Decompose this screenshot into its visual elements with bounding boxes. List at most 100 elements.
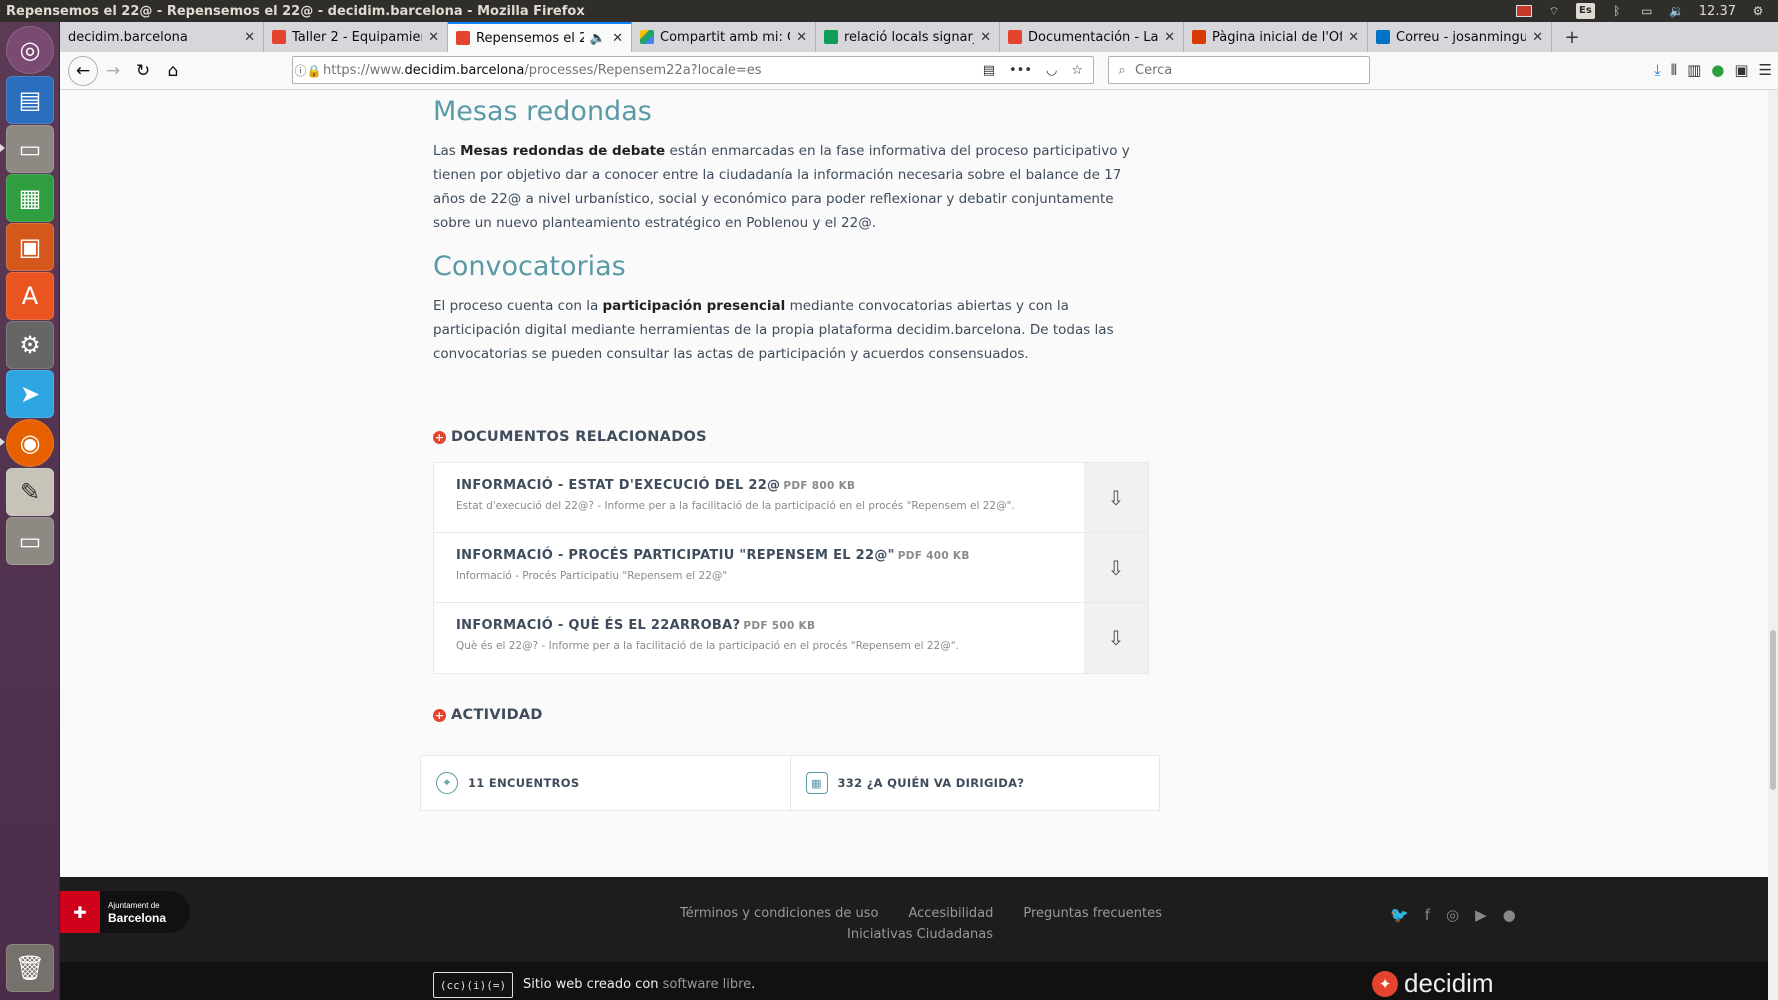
writer-icon[interactable]: ▤ (6, 76, 54, 124)
telegram-icon[interactable]: ➤ (6, 370, 54, 418)
calc-icon[interactable]: ▦ (6, 174, 54, 222)
settings-gear-icon[interactable]: ⚙ (1750, 4, 1766, 18)
download-cloud-icon[interactable]: ⇩ (1084, 603, 1148, 673)
window-title: Repensemos el 22@ - Repensemos el 22@ - … (6, 3, 585, 19)
scrollbar-thumb[interactable] (1770, 630, 1776, 790)
document-description: Estat d'execució del 22@? - Informe per … (456, 500, 1015, 512)
extension-icon[interactable]: ● (1711, 61, 1724, 79)
search-input[interactable]: Cerca (1135, 63, 1172, 78)
map-pin-icon: ⌖ (436, 772, 458, 794)
site-info-icon[interactable]: ⓘ🔒 (293, 62, 323, 79)
accessibility-link[interactable]: Accesibilidad (908, 906, 993, 921)
screen-record-icon[interactable] (1515, 5, 1532, 17)
close-icon[interactable]: ✕ (796, 30, 807, 45)
free-software-link[interactable]: software libre (663, 977, 752, 992)
tab-label: Compartit amb mi: Goo (660, 29, 790, 45)
ajuntament-logo[interactable]: ✚ Ajuntament de Barcelona (60, 891, 190, 933)
tab-label: Correu - josanminguela (1396, 29, 1526, 45)
download-cloud-icon[interactable]: ⇩ (1084, 463, 1148, 532)
pocket-icon[interactable]: ◡ (1046, 63, 1057, 78)
page-scrollbar[interactable] (1768, 90, 1778, 1000)
sub-footer: (cc)(i)(=) Sitio web creado con software… (60, 962, 1778, 1000)
download-cloud-icon[interactable]: ⇩ (1084, 533, 1148, 602)
close-icon[interactable]: ✕ (1532, 30, 1543, 45)
tab-drive[interactable]: Compartit amb mi: Goo ✕ (632, 22, 816, 52)
ubuntu-dash-icon[interactable]: ◎ (6, 26, 54, 74)
decidim-favicon-icon (456, 31, 470, 45)
speaker-icon[interactable]: 🔈 (590, 31, 606, 46)
close-icon[interactable]: ✕ (612, 31, 623, 46)
document-item[interactable]: INFORMACIÓ - PROCÉS PARTICIPATIU "REPENS… (434, 533, 1148, 603)
bookmark-star-icon[interactable]: ☆ (1071, 63, 1083, 78)
impress-icon[interactable]: ▣ (6, 223, 54, 271)
reader-view-icon[interactable]: ▤ (983, 63, 995, 78)
reload-button[interactable]: ↻ (128, 56, 158, 86)
sidebar-icon[interactable]: ▥ (1687, 61, 1701, 79)
clock[interactable]: 12.37 (1699, 4, 1736, 19)
scanner-icon[interactable]: ▭ (6, 517, 54, 565)
initiatives-link[interactable]: Iniciativas Ciudadanas (847, 927, 993, 942)
document-item[interactable]: INFORMACIÓ - ESTAT D'EXECUCIÓ DEL 22@ PDF… (434, 463, 1148, 533)
document-title[interactable]: INFORMACIÓ - PROCÉS PARTICIPATIU "REPENS… (456, 548, 1062, 563)
firefox-icon[interactable]: ◉ (6, 419, 54, 467)
faq-link[interactable]: Preguntas frecuentes (1023, 906, 1162, 921)
search-bar[interactable]: ⌕ Cerca (1108, 56, 1370, 84)
forward-button[interactable]: → (98, 56, 128, 86)
tab-repensemos[interactable]: Repensemos el 22@ - 🔈 ✕ (448, 22, 632, 52)
keyboard-layout[interactable]: Es (1575, 3, 1595, 19)
activity-heading: + ACTIVIDAD (433, 707, 543, 723)
decidim-favicon-icon (1008, 30, 1022, 44)
library-icon[interactable]: ⫴ (1671, 61, 1677, 79)
creative-commons-icon[interactable]: (cc)(i)(=) (433, 972, 513, 998)
tab-label: Repensemos el 22@ - (476, 30, 584, 46)
home-button[interactable]: ⌂ (158, 56, 188, 86)
document-description: Informació - Procés Participatiu "Repens… (456, 570, 728, 582)
tab-correu[interactable]: Correu - josanminguela ✕ (1368, 22, 1552, 52)
terms-link[interactable]: Términos y condiciones de uso (680, 906, 878, 921)
section-text: El proceso cuenta con la participación p… (433, 298, 1114, 362)
decidim-logo[interactable]: ✦ decidim (1372, 968, 1494, 999)
tab-documentacion[interactable]: Documentación - La Mo ✕ (1000, 22, 1184, 52)
menu-icon[interactable]: ☰ (1759, 61, 1772, 79)
software-center-icon[interactable]: A (6, 272, 54, 320)
twitter-icon[interactable]: 🐦 (1390, 906, 1409, 924)
tab-sheets[interactable]: relació locals signar_ter ✕ (816, 22, 1000, 52)
trash-icon[interactable]: 🗑 (6, 944, 54, 992)
extension-icon[interactable]: ▣ (1734, 61, 1748, 79)
close-icon[interactable]: ✕ (1164, 30, 1175, 45)
document-title[interactable]: INFORMACIÓ - QUÈ ÉS EL 22ARROBA? PDF 500 … (456, 618, 1062, 633)
meetings-card[interactable]: ⌖ 11 ENCUENTROS (421, 756, 791, 810)
close-icon[interactable]: ✕ (244, 30, 255, 45)
back-button[interactable]: ← (68, 55, 98, 86)
section-text: Las Mesas redondas de debate están enmar… (433, 143, 1130, 231)
tab-decidim[interactable]: decidim.barcelona ✕ (60, 22, 264, 52)
volume-icon[interactable]: 🔉 (1669, 4, 1685, 18)
youtube-icon[interactable]: ▶ (1475, 906, 1487, 924)
downloads-icon[interactable]: ⤓ (1654, 61, 1661, 79)
document-item[interactable]: INFORMACIÓ - QUÈ ÉS EL 22ARROBA? PDF 500 … (434, 603, 1148, 673)
system-settings-icon[interactable]: ⚙ (6, 321, 54, 369)
documents-heading: + DOCUMENTOS RELACIONADOS (433, 429, 707, 445)
bluetooth-icon[interactable]: ᛒ (1609, 4, 1625, 18)
url-text[interactable]: https://www.decidim.barcelona/processes/… (323, 63, 983, 78)
plus-circle-icon: + (433, 430, 446, 444)
github-icon[interactable]: ● (1503, 906, 1516, 924)
instagram-icon[interactable]: ◎ (1446, 906, 1459, 924)
document-title[interactable]: INFORMACIÓ - ESTAT D'EXECUCIÓ DEL 22@ PDF… (456, 478, 1062, 493)
tab-office[interactable]: Pàgina inicial de l'Office ✕ (1184, 22, 1368, 52)
close-icon[interactable]: ✕ (980, 30, 991, 45)
text-editor-icon[interactable]: ✎ (6, 468, 54, 516)
facebook-icon[interactable]: f (1425, 906, 1430, 924)
tab-taller[interactable]: Taller 2 - Equipamientos ✕ (264, 22, 448, 52)
close-icon[interactable]: ✕ (1348, 30, 1359, 45)
battery-icon[interactable]: ▭ (1639, 4, 1655, 18)
url-bar[interactable]: ⓘ🔒 https://www.decidim.barcelona/process… (292, 56, 1094, 84)
calendar-icon: ▦ (805, 772, 828, 794)
page-actions-icon[interactable]: ••• (1009, 63, 1032, 78)
new-tab-button[interactable]: + (1552, 22, 1592, 52)
audience-card[interactable]: ▦ 332 ¿A QUIÉN VA DIRIGIDA? (791, 756, 1160, 810)
close-icon[interactable]: ✕ (428, 30, 439, 45)
files-icon[interactable]: ▭ (6, 125, 54, 173)
navigation-toolbar: ← → ↻ ⌂ ⓘ🔒 https://www.decidim.barcelona… (60, 52, 1778, 90)
wifi-icon[interactable]: ⌔ (1546, 4, 1562, 18)
